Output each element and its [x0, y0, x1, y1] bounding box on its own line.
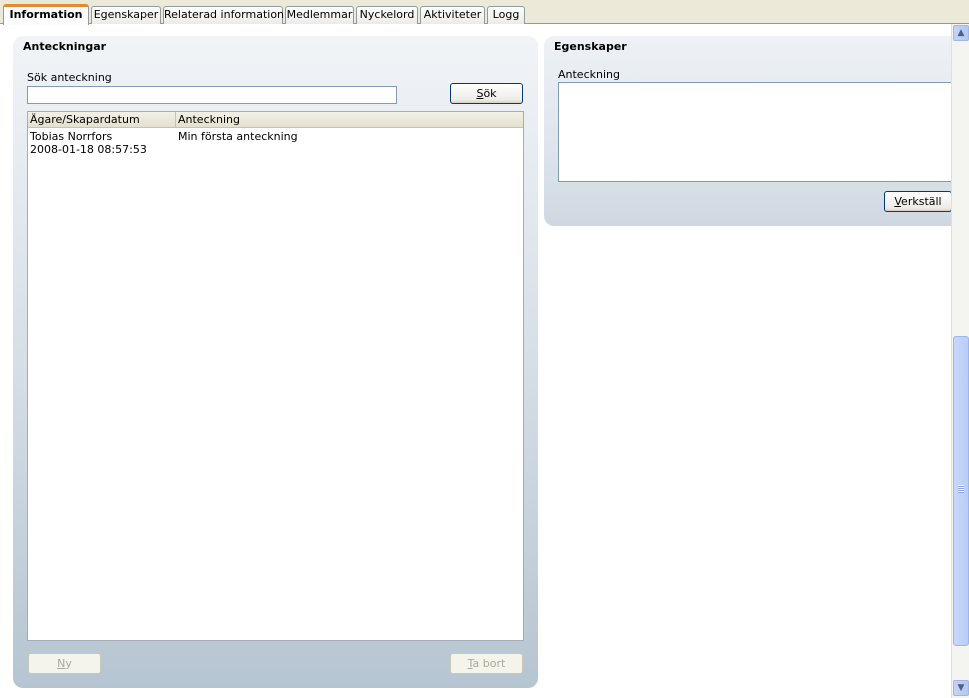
notes-panel: Anteckningar Sök anteckning Sök Ägare/Sk…	[13, 36, 538, 688]
tab-bar: Information Egenskaper Relaterad informa…	[0, 0, 969, 25]
search-note-label: Sök anteckning	[27, 71, 112, 84]
owner-date-cell: Tobias Norrfors 2008-01-18 08:57:53	[28, 130, 176, 156]
tab-label: Relaterad information	[164, 8, 285, 21]
tab-egenskaper[interactable]: Egenskaper	[91, 6, 161, 24]
search-note-input[interactable]	[27, 86, 397, 104]
tab-logg[interactable]: Logg	[487, 6, 525, 24]
note-textarea[interactable]	[558, 82, 953, 182]
search-button[interactable]: Sök	[450, 83, 523, 104]
notes-list-header: Ägare/Skapardatum Anteckning	[28, 112, 523, 128]
tab-label: Egenskaper	[93, 8, 159, 21]
new-note-button[interactable]: Ny	[28, 653, 101, 674]
column-header-owner-date[interactable]: Ägare/Skapardatum	[28, 112, 176, 128]
tab-label: Logg	[492, 8, 520, 21]
apply-button[interactable]: Verkställ	[884, 191, 952, 212]
properties-panel: Egenskaper Anteckning Verkställ	[544, 36, 964, 226]
grip-icon	[958, 485, 964, 493]
tab-information[interactable]: Information	[3, 4, 89, 25]
notes-list[interactable]: Ägare/Skapardatum Anteckning Tobias Norr…	[27, 111, 524, 641]
scrollbar-thumb[interactable]	[953, 336, 969, 646]
delete-note-button[interactable]: Ta bort	[450, 653, 523, 674]
properties-panel-title: Egenskaper	[554, 40, 627, 53]
list-item[interactable]: Tobias Norrfors 2008-01-18 08:57:53 Min …	[28, 130, 523, 160]
notes-panel-title: Anteckningar	[23, 40, 107, 53]
tab-content: Anteckningar Sök anteckning Sök Ägare/Sk…	[0, 24, 964, 698]
note-label: Anteckning	[558, 68, 620, 81]
tab-label: Information	[9, 8, 83, 21]
tab-label: Medlemmar	[286, 8, 353, 21]
vertical-scrollbar[interactable]: ▲ ▼	[951, 24, 969, 698]
owner-name: Tobias Norrfors	[30, 130, 113, 143]
tab-aktiviteter[interactable]: Aktiviteter	[420, 6, 485, 24]
note-cell: Min första anteckning	[178, 130, 298, 143]
tab-label: Nyckelord	[359, 8, 415, 21]
tab-nyckelord[interactable]: Nyckelord	[356, 6, 418, 24]
tab-relaterad-information[interactable]: Relaterad information	[163, 6, 285, 24]
arrow-up-icon[interactable]: ▲	[953, 25, 969, 41]
arrow-down-icon[interactable]: ▼	[953, 680, 969, 696]
created-date: 2008-01-18 08:57:53	[30, 143, 147, 156]
column-header-note[interactable]: Anteckning	[176, 112, 525, 128]
tab-label: Aktiviteter	[423, 8, 482, 21]
tab-medlemmar[interactable]: Medlemmar	[285, 6, 354, 24]
